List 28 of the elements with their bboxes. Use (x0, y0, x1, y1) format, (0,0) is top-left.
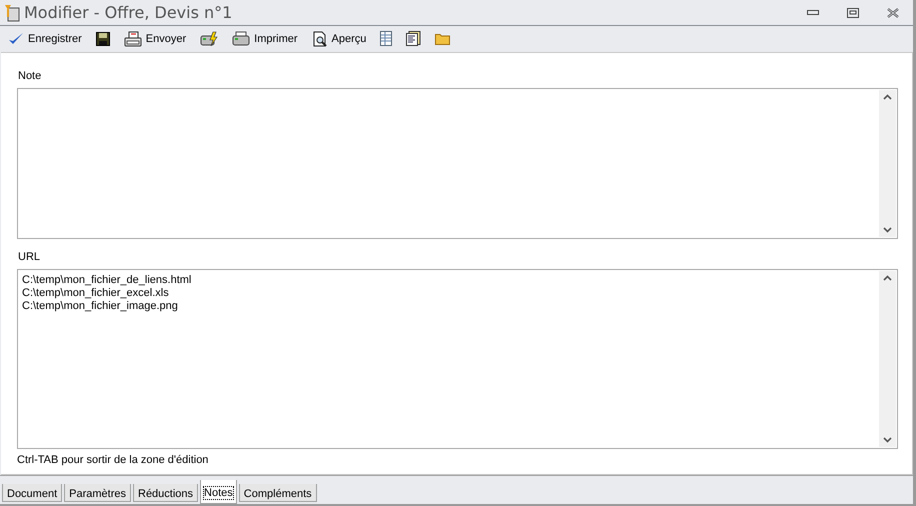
hint-text: Ctrl-TAB pour sortir de la zone d'édition (17, 454, 210, 466)
printer-lightning-icon (200, 30, 218, 46)
printer-icon (124, 30, 142, 46)
toolbar-button[interactable]: Envoyer (124, 28, 186, 48)
checkmark-icon (8, 32, 24, 46)
document-icon (406, 31, 422, 46)
tab[interactable]: Réductions (133, 484, 198, 502)
fastprint-button[interactable] (200, 28, 218, 48)
toolbar-button[interactable]: Enregistrer (8, 28, 82, 48)
doc-button[interactable] (406, 28, 422, 48)
tab[interactable]: Notes (200, 480, 237, 504)
toolbar-button[interactable]: Imprimer (232, 28, 298, 48)
field-label: URL (18, 251, 42, 264)
close-icon[interactable] (887, 8, 899, 18)
maximize-icon[interactable] (847, 8, 859, 18)
printer-icon (232, 30, 250, 46)
spreadsheet-icon (380, 31, 392, 46)
tab[interactable]: Paramètres (64, 484, 131, 502)
tab[interactable]: Compléments (238, 484, 317, 502)
app-icon (4, 4, 20, 22)
field-label: Note (18, 70, 42, 82)
sheet-button[interactable] (380, 28, 392, 48)
window-title: Modifier - Offre, Devis n°1 (24, 3, 232, 22)
folder-icon (435, 32, 450, 44)
toolbar-button[interactable]: Aperçu (312, 28, 366, 48)
magnifier-page-icon (312, 30, 328, 46)
minimize-icon[interactable] (807, 10, 819, 15)
tab[interactable]: Document (2, 484, 62, 502)
